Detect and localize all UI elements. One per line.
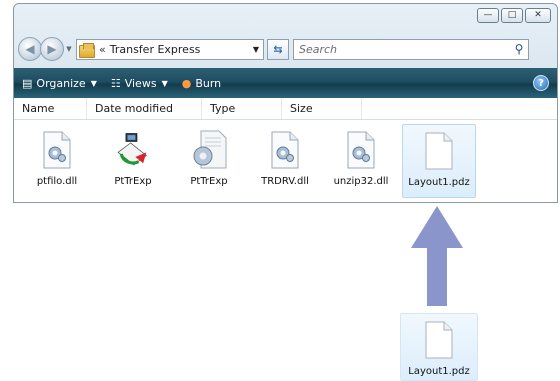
views-icon: ☷ <box>110 76 121 90</box>
file-name: Layout1.pdz <box>408 177 470 188</box>
drag-direction-arrow <box>411 206 463 309</box>
burn-button[interactable]: ● Burn <box>182 77 221 90</box>
organize-button[interactable]: ▤ Organize ▼ <box>22 77 97 90</box>
transfer-express-app-icon <box>115 130 151 170</box>
file-item[interactable]: PtTrExp <box>98 124 168 198</box>
file-name: PtTrExp <box>190 176 228 187</box>
views-caret-icon: ▼ <box>161 78 168 88</box>
dragged-file[interactable]: Layout1.pdz <box>400 313 478 381</box>
close-button[interactable]: ✕ <box>525 8 551 23</box>
back-arrow-icon: ◀ <box>25 42 35 56</box>
explorer-window: — □ ✕ ◀ ▶ ▼ « Transfer Express ▼ ⇆ ⚲ ▤ O… <box>13 3 558 203</box>
file-item[interactable]: TRDRV.dll <box>250 124 320 198</box>
dragged-file-name: Layout1.pdz <box>408 366 470 377</box>
file-list-area: Name Date modified Type Size ptfilo.dll <box>14 98 557 202</box>
dll-gear-icon <box>343 130 379 170</box>
address-bar[interactable]: « Transfer Express ▼ <box>76 38 264 60</box>
file-name: PtTrExp <box>114 176 152 187</box>
file-item[interactable]: PtTrExp <box>174 124 244 198</box>
folder-icon <box>79 42 95 58</box>
burn-icon: ● <box>181 76 192 90</box>
column-header-name[interactable]: Name <box>14 98 87 119</box>
search-icon[interactable]: ⚲ <box>510 42 528 56</box>
maximize-button[interactable]: □ <box>501 8 523 23</box>
burn-label: Burn <box>195 76 222 90</box>
organize-label: Organize <box>36 76 86 90</box>
gear-file-icon <box>191 130 227 170</box>
blank-document-icon <box>421 320 457 360</box>
views-label: Views <box>124 76 157 90</box>
file-name: ptfilo.dll <box>36 176 78 187</box>
search-input[interactable] <box>299 42 510 56</box>
dll-gear-icon <box>267 130 303 170</box>
help-button[interactable]: ? <box>533 75 549 91</box>
views-button[interactable]: ☷ Views ▼ <box>111 77 168 90</box>
refresh-icon: ⇆ <box>273 42 283 56</box>
organize-icon: ▤ <box>22 76 33 90</box>
address-path: Transfer Express <box>109 42 201 56</box>
blank-document-icon <box>421 131 457 171</box>
column-header-type[interactable]: Type <box>202 98 282 119</box>
column-header-date-modified[interactable]: Date modified <box>87 98 202 119</box>
address-row: ◀ ▶ ▼ « Transfer Express ▼ ⇆ ⚲ <box>18 36 551 62</box>
forward-arrow-icon: ▶ <box>47 42 57 56</box>
file-name: TRDRV.dll <box>261 176 309 187</box>
search-box[interactable]: ⚲ <box>293 38 529 60</box>
command-toolbar: ▤ Organize ▼ ☷ Views ▼ ● Burn ? <box>14 68 557 98</box>
file-name: unzip32.dll <box>333 176 389 187</box>
dll-gear-icon <box>39 130 75 170</box>
minimize-button[interactable]: — <box>477 8 499 23</box>
recent-pages-dropdown[interactable]: ▼ <box>64 45 74 53</box>
address-dropdown-icon[interactable]: ▼ <box>249 45 263 54</box>
file-item-selected[interactable]: Layout1.pdz <box>402 124 476 198</box>
file-item[interactable]: ptfilo.dll <box>22 124 92 198</box>
organize-caret-icon: ▼ <box>90 78 97 88</box>
file-item[interactable]: unzip32.dll <box>326 124 396 198</box>
back-button[interactable]: ◀ <box>18 37 42 61</box>
file-icons: ptfilo.dll PtTrExp PtTrExp TRDRV.dll unz… <box>14 122 557 202</box>
refresh-button[interactable]: ⇆ <box>267 38 289 60</box>
forward-button[interactable]: ▶ <box>40 37 64 61</box>
column-headers: Name Date modified Type Size <box>14 98 557 120</box>
window-controls: — □ ✕ <box>477 8 551 23</box>
address-prefix: « <box>99 42 106 56</box>
column-header-size[interactable]: Size <box>282 98 362 119</box>
